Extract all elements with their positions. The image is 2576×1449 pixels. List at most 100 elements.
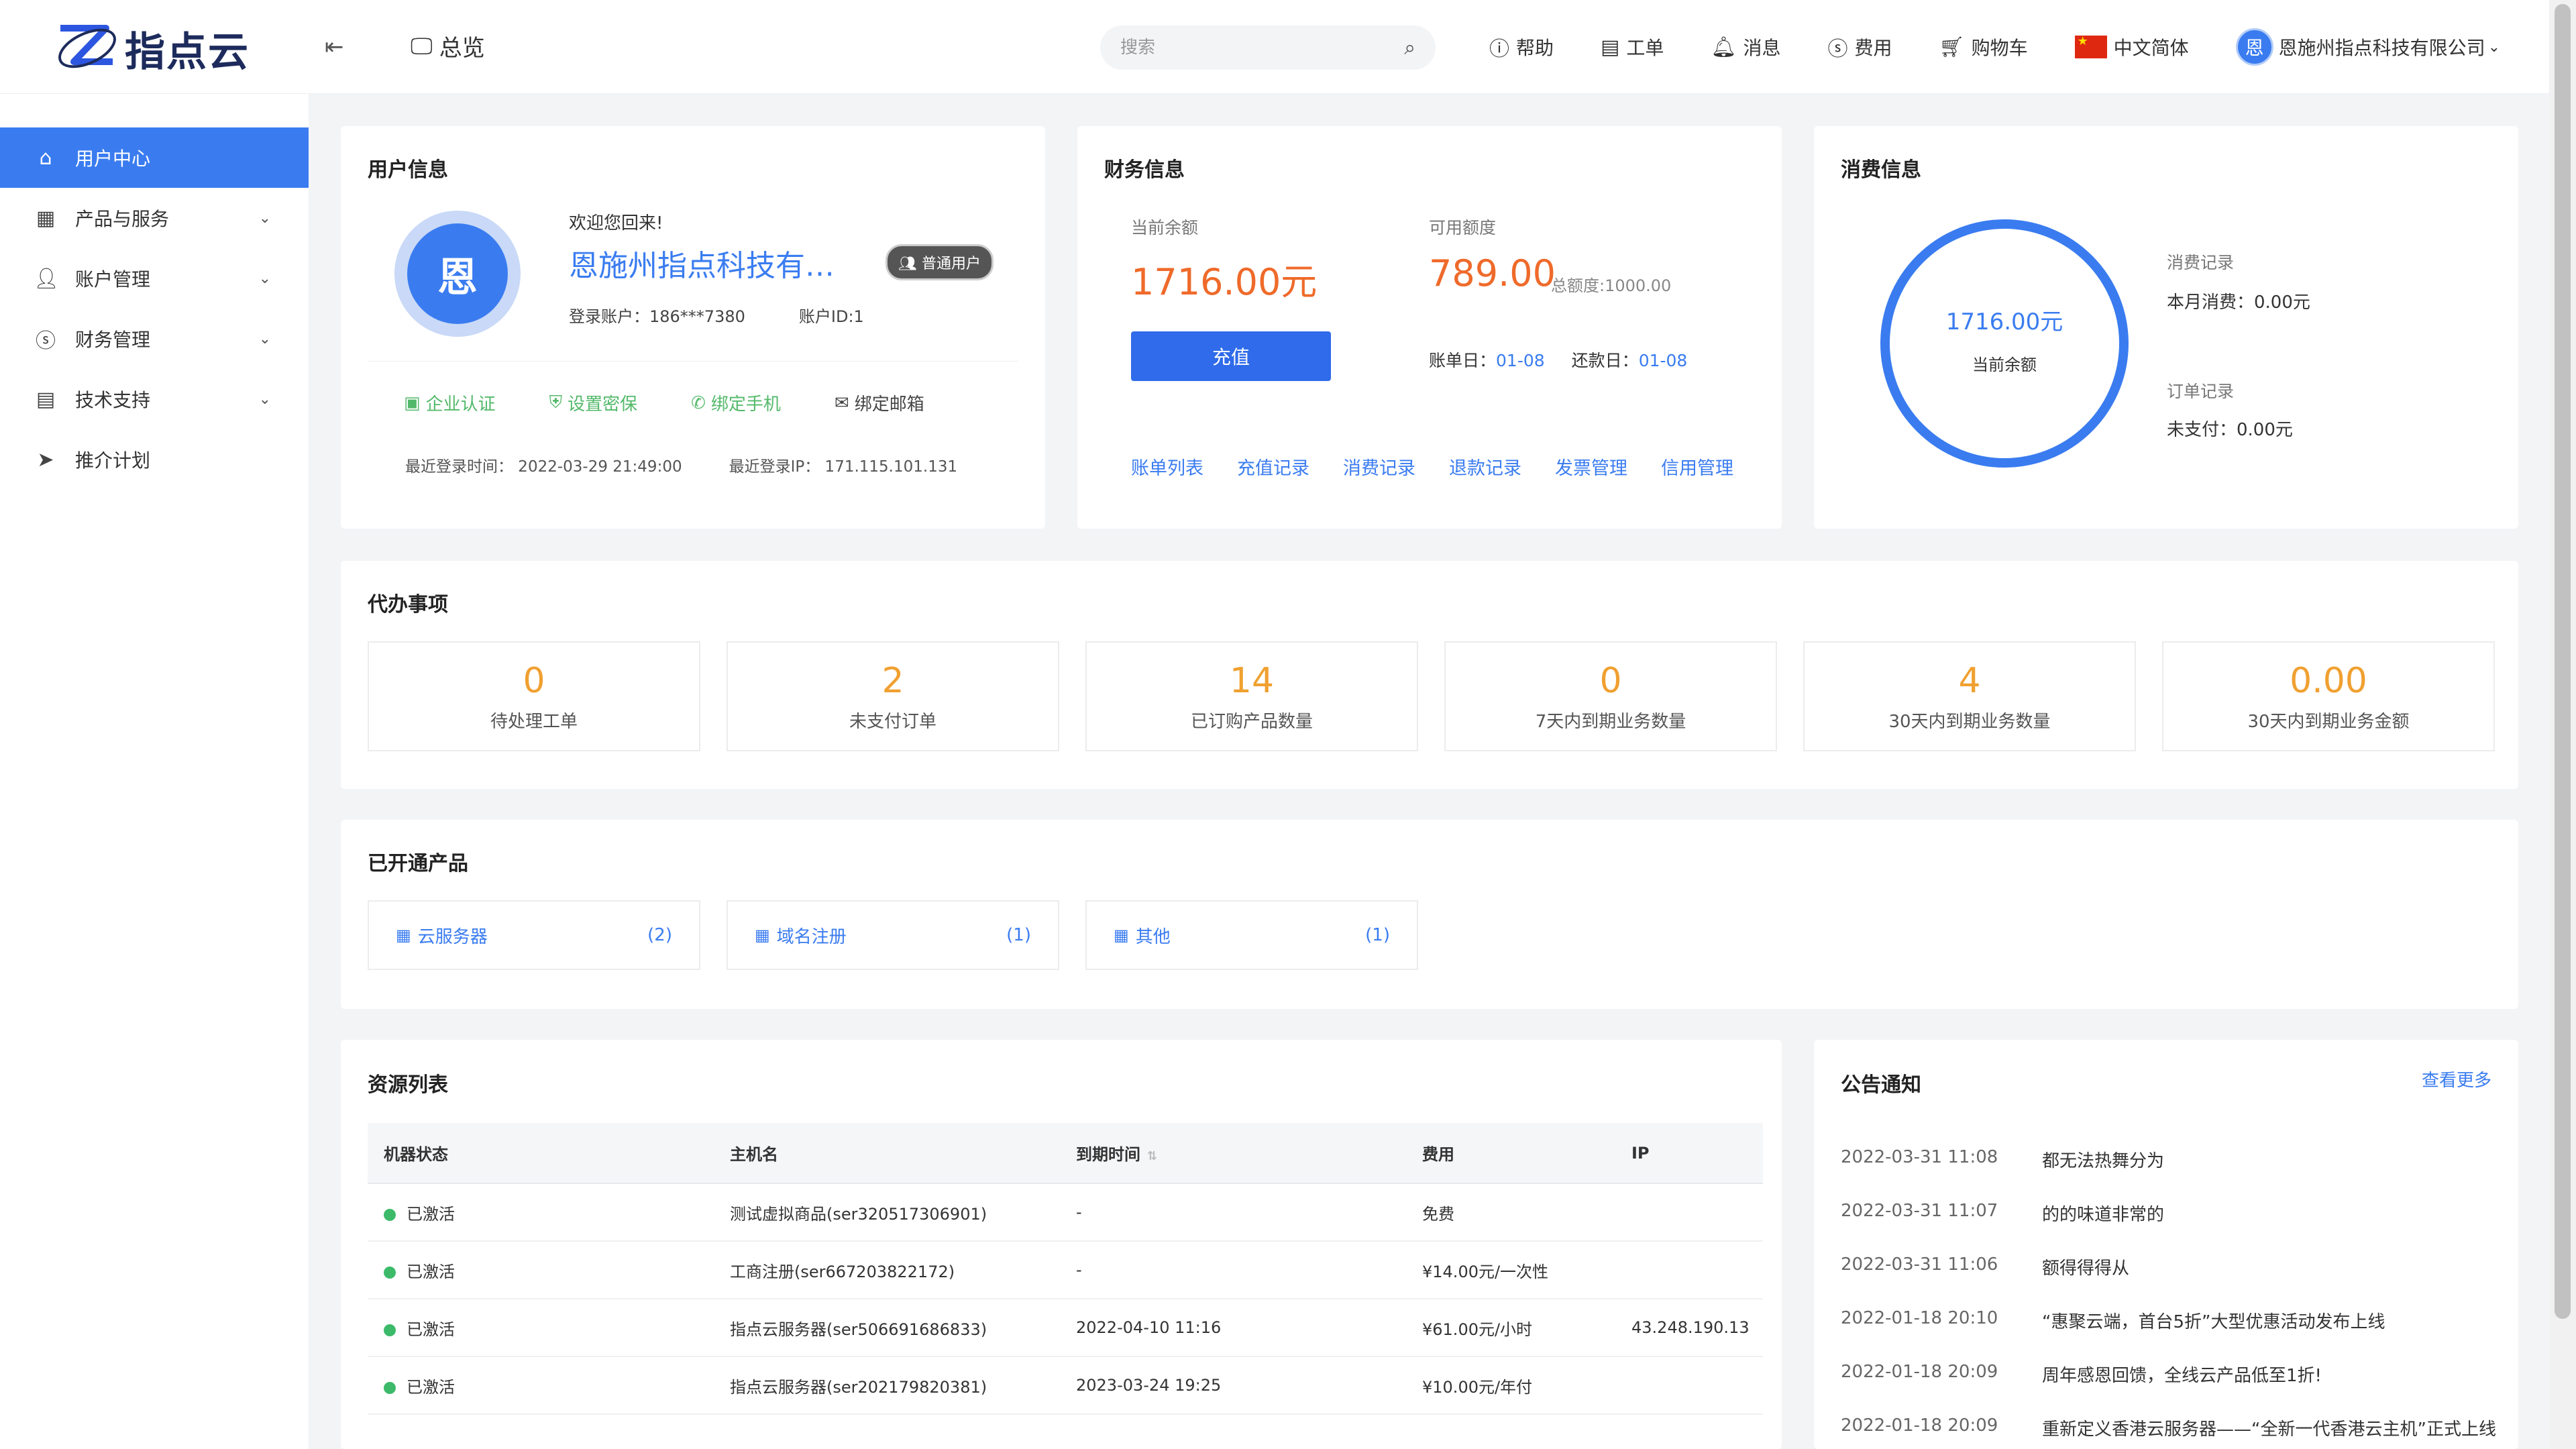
announcement-item[interactable]: 2022-03-31 11:06 额得得得从	[1841, 1254, 2129, 1279]
cell-host: 指点云服务器(ser506691686833)	[714, 1299, 1060, 1357]
scrollbar-thumb[interactable]	[2555, 4, 2571, 1319]
nav-fee[interactable]: ⓢ 费用	[1828, 32, 1892, 62]
todo-value: 0	[1599, 660, 1622, 701]
col-expire[interactable]: 到期时间 ⇅	[1060, 1123, 1406, 1184]
card-title: 公告通知	[1841, 1073, 1921, 1097]
chevron-down-icon: ⌄	[258, 330, 271, 347]
announcement-date: 2022-01-18 20:09	[1841, 1362, 1998, 1382]
product-count: (2)	[647, 925, 672, 945]
todo-value: 4	[1958, 660, 1981, 701]
sidebar-item-user-center[interactable]: ⌂ 用户中心	[0, 127, 309, 188]
sidebar-item-finance[interactable]: ⓢ 财务管理 ⌄	[0, 309, 309, 369]
todo-expiring-7-days[interactable]: 0 7天内到期业务数量	[1444, 641, 1777, 751]
welcome-text: 欢迎您回来!	[569, 213, 663, 233]
nav-ticket[interactable]: ▤ 工单	[1601, 34, 1664, 60]
todo-value: 14	[1229, 660, 1275, 701]
table-row[interactable]: 已激活 测试虚拟商品(ser320517306901) - 免费	[368, 1183, 1763, 1242]
page-scrollbar[interactable]	[2549, 0, 2576, 1449]
product-domain[interactable]: ▦ 域名注册 (1)	[727, 900, 1059, 970]
nav-cart[interactable]: 🛒︎ 购物车	[1939, 34, 2028, 60]
status-text: 已激活	[407, 1320, 455, 1339]
company-name: 恩施州指点科技有…	[569, 249, 835, 283]
invoice-link[interactable]: 发票管理	[1555, 453, 1627, 480]
col-fee: 费用	[1406, 1123, 1615, 1184]
enterprise-verify-link[interactable]: ▣ 企业认证	[404, 390, 496, 415]
ring-label: 当前余额	[1972, 356, 2037, 374]
announcement-text: 额得得得从	[2042, 1258, 2130, 1279]
todo-ordered-products[interactable]: 14 已订购产品数量	[1085, 641, 1418, 751]
announcement-item[interactable]: 2022-01-18 20:09 重新定义香港云服务器——“全新一代香港云主机”正…	[1841, 1415, 2496, 1440]
cell-expire: -	[1060, 1241, 1406, 1299]
sidebar-item-account[interactable]: 👤︎ 账户管理 ⌄	[0, 248, 309, 309]
language-label: 中文简体	[2113, 37, 2189, 59]
status-text: 已激活	[407, 1377, 455, 1397]
collapse-menu-icon[interactable]: ⇤	[325, 34, 352, 60]
announcement-item[interactable]: 2022-01-18 20:09 周年感恩回馈，全线云产品低至1折!	[1841, 1362, 2322, 1387]
user-menu[interactable]: 恩 恩施州指点科技有限公司 ⌄	[2235, 28, 2501, 66]
recharge-record-link[interactable]: 充值记录	[1237, 453, 1309, 480]
credit-label: 可用额度	[1429, 218, 1497, 237]
bind-email-link[interactable]: ✉ 绑定邮箱	[835, 390, 924, 415]
view-more-link[interactable]: 查看更多	[2422, 1067, 2491, 1091]
recharge-button[interactable]: 充值	[1131, 331, 1331, 381]
sidebar-item-support[interactable]: ▤ 技术支持 ⌄	[0, 369, 309, 429]
top-nav: ⓘ 帮助 ▤ 工单 🔔︎ 消息 ⓢ 费用 🛒︎ 购物车 中文简体 恩 恩施州指点科技有限公…	[1489, 28, 2501, 66]
col-host: 主机名	[714, 1123, 1060, 1184]
cell-expire: 2023-03-24 19:25	[1060, 1356, 1406, 1415]
announcement-text: “惠聚云端，首台5折”大型优惠活动发布上线	[2042, 1312, 2385, 1332]
announcement-text: 周年感恩回馈，全线云产品低至1折!	[2042, 1366, 2322, 1386]
product-cloud-server[interactable]: ▦ 云服务器 (2)	[368, 900, 700, 970]
active-status-dot	[384, 1208, 396, 1221]
sidebar-item-label: 产品与服务	[75, 208, 170, 230]
cell-fee: ¥10.00元/年付	[1406, 1356, 1615, 1415]
chevron-down-icon: ⌄	[258, 209, 271, 227]
sort-icon[interactable]: ⇅	[1147, 1149, 1157, 1163]
announcement-card: 公告通知 查看更多 2022-03-31 11:08 都无法热舞分为 2022-0…	[1814, 1040, 2518, 1449]
user-name: 恩施州指点科技有限公司	[2278, 37, 2485, 59]
grid-icon: ▦	[36, 206, 56, 230]
language-switch[interactable]: 中文简体	[2074, 34, 2189, 60]
credit-link[interactable]: 信用管理	[1661, 453, 1733, 480]
table-row[interactable]: 已激活 指点云服务器(ser202179820381) 2023-03-24 1…	[368, 1356, 1763, 1415]
cell-ip	[1615, 1356, 1763, 1415]
order-record-title: 订单记录	[2167, 382, 2235, 401]
nav-message[interactable]: 🔔︎ 消息	[1711, 34, 1780, 60]
todo-label: 30天内到期业务数量	[1888, 711, 2051, 732]
todo-unpaid-orders[interactable]: 2 未支付订单	[727, 641, 1059, 751]
sidebar-item-referral[interactable]: ➤ 推介计划	[0, 429, 309, 490]
announcement-item[interactable]: 2022-01-18 20:10 “惠聚云端，首台5折”大型优惠活动发布上线	[1841, 1308, 2385, 1333]
announcement-date: 2022-03-31 11:06	[1841, 1254, 1998, 1275]
search-input[interactable]	[1120, 38, 1405, 58]
card-title: 已开通产品	[368, 852, 468, 875]
bill-list-link[interactable]: 账单列表	[1131, 453, 1203, 480]
cell-ip	[1615, 1183, 1763, 1242]
security-question-link[interactable]: ⛨ 设置密保	[549, 390, 638, 415]
chevron-down-icon: ⌄	[2487, 38, 2501, 56]
todo-pending-tickets[interactable]: 0 待处理工单	[368, 641, 700, 751]
search-box: ⌕	[1100, 25, 1436, 70]
active-status-dot	[384, 1381, 396, 1394]
product-other[interactable]: ▦ 其他 (1)	[1085, 900, 1418, 970]
refund-record-link[interactable]: 退款记录	[1449, 453, 1521, 480]
chevron-down-icon: ⌄	[258, 270, 271, 287]
table-row[interactable]: 已激活 工商注册(ser667203822172) - ¥14.00元/一次性	[368, 1241, 1763, 1299]
overview-link[interactable]: 🖵 总览	[411, 30, 485, 62]
announcement-item[interactable]: 2022-03-31 11:08 都无法热舞分为	[1841, 1147, 2164, 1172]
phone-icon: ✆	[691, 392, 706, 413]
consumption-record-link[interactable]: 消费记录	[1343, 453, 1415, 480]
unpaid-amount: 未支付：0.00元	[2167, 420, 2293, 440]
cell-fee: 免费	[1406, 1183, 1615, 1242]
todo-expiring-30-days[interactable]: 4 30天内到期业务数量	[1803, 641, 2136, 751]
search-icon[interactable]: ⌕	[1404, 36, 1415, 60]
announcement-item[interactable]: 2022-03-31 11:07 的的味道非常的	[1841, 1201, 2164, 1226]
table-row[interactable]: 已激活 指点云服务器(ser506691686833) 2022-04-10 1…	[368, 1299, 1763, 1357]
brand-logo[interactable]: 指点云	[54, 15, 250, 82]
consumption-card: 消费信息 1716.00元 当前余额 消费记录 本月消费：0.00元 订单记录 …	[1814, 126, 2518, 529]
bill-day-value: 01-08	[1496, 351, 1545, 370]
bind-phone-link[interactable]: ✆ 绑定手机	[691, 390, 781, 415]
product-count: (1)	[1006, 925, 1031, 945]
nav-help[interactable]: ⓘ 帮助	[1489, 32, 1554, 62]
badge-user-icon: 👥︎	[898, 256, 917, 272]
todo-expiring-amount[interactable]: 0.00 30天内到期业务金额	[2162, 641, 2495, 751]
sidebar-item-products[interactable]: ▦ 产品与服务 ⌄	[0, 188, 309, 248]
